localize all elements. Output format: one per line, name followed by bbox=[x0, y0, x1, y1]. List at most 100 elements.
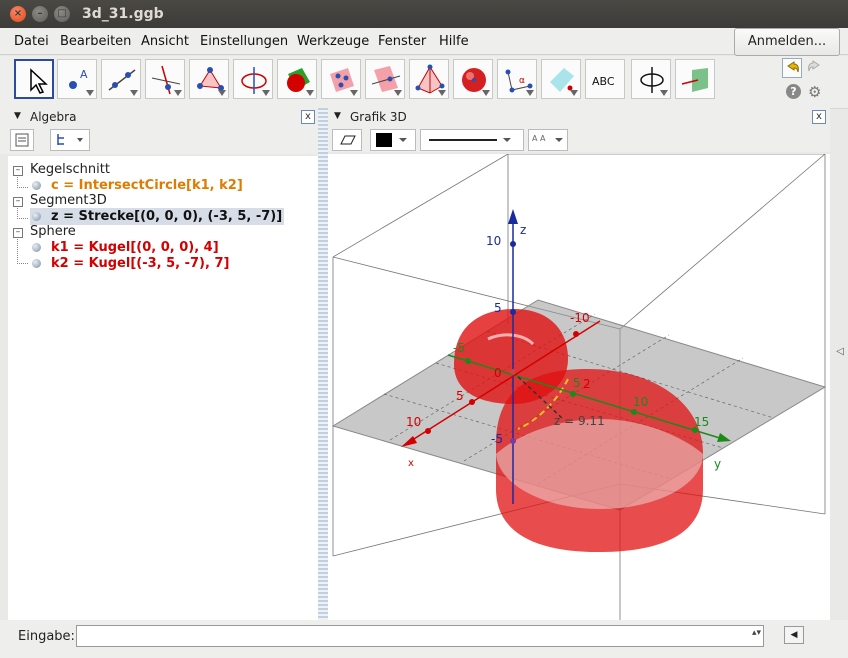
line-tool[interactable] bbox=[101, 59, 141, 99]
sphere-k1[interactable] bbox=[454, 309, 568, 404]
x-tick-neg10: -10 bbox=[570, 311, 590, 325]
x-tick-10: 10 bbox=[406, 415, 421, 429]
color-swatch bbox=[376, 133, 392, 147]
collapse-triangle-icon[interactable]: ▼ bbox=[14, 111, 21, 121]
angle-tool[interactable]: α bbox=[497, 59, 537, 99]
maximize-window-button[interactable]: □ bbox=[54, 6, 70, 22]
x-tick-5: 5 bbox=[456, 389, 464, 403]
color-dropdown[interactable] bbox=[370, 129, 416, 151]
collapse-triangle-icon[interactable]: ▼ bbox=[334, 111, 341, 121]
rotate-view-tool[interactable] bbox=[631, 59, 671, 99]
algebra-view-icon bbox=[15, 133, 29, 147]
graphics3d-view[interactable]: z 10 5 -5 -10 5 10 x -5 5 10 15 y 0 z = … bbox=[328, 154, 830, 620]
side-panel-handle-icon[interactable]: ◁ bbox=[836, 346, 844, 357]
cursor-icon bbox=[30, 68, 48, 94]
tree-connector bbox=[17, 239, 28, 264]
algebra-toolbar bbox=[0, 126, 318, 154]
line-style-icon bbox=[429, 138, 511, 142]
toolbar: A α ABC ? ⚙ bbox=[0, 56, 848, 109]
menu-bar: Datei Bearbeiten Ansicht Einstellungen W… bbox=[0, 28, 848, 55]
input-history-arrows-icon[interactable]: ▴▾ bbox=[752, 628, 761, 638]
polygon-tool[interactable] bbox=[189, 59, 229, 99]
menu-werkzeuge[interactable]: Werkzeuge bbox=[297, 34, 369, 49]
view-in-front-tool[interactable] bbox=[675, 59, 715, 99]
circle-axis-tool[interactable] bbox=[233, 59, 273, 99]
group-label[interactable]: Sphere bbox=[30, 224, 76, 239]
x-axis-label: x bbox=[408, 458, 414, 469]
z-axis-label: z bbox=[520, 223, 526, 237]
login-button[interactable]: Anmelden... bbox=[734, 28, 840, 56]
y-tick-neg5: -5 bbox=[453, 341, 465, 355]
y-tick-10: 10 bbox=[633, 395, 648, 409]
parallelogram-icon bbox=[340, 135, 356, 145]
algebra-input-toggle[interactable] bbox=[10, 129, 34, 151]
view-in-front-icon bbox=[681, 68, 708, 92]
scene-3d[interactable]: z 10 5 -5 -10 5 10 x -5 5 10 15 y 0 z = … bbox=[328, 154, 830, 620]
redo-button[interactable] bbox=[806, 58, 826, 78]
move-tool[interactable] bbox=[14, 59, 54, 99]
svg-text:A: A bbox=[80, 68, 88, 81]
collapse-icon[interactable]: – bbox=[13, 166, 23, 176]
algebra-item[interactable]: k1 = Kugel[(0, 0, 0), 4] bbox=[32, 240, 219, 255]
input-help-toggle-button[interactable]: ◀ bbox=[784, 626, 804, 644]
visibility-toggle-icon[interactable] bbox=[32, 259, 41, 268]
group-label[interactable]: Kegelschnitt bbox=[30, 162, 110, 177]
text-icon: ABC bbox=[592, 75, 615, 88]
visibility-toggle-icon[interactable] bbox=[32, 181, 41, 190]
sort-tree-icon bbox=[57, 134, 83, 145]
algebra-title: Algebra bbox=[30, 110, 77, 124]
perpendicular-tool[interactable] bbox=[145, 59, 185, 99]
intersect-surfaces-tool[interactable] bbox=[277, 59, 317, 99]
menu-hilfe[interactable]: Hilfe bbox=[439, 34, 469, 49]
sphere-tool[interactable] bbox=[453, 59, 493, 99]
line-style-dropdown[interactable] bbox=[420, 129, 524, 151]
window-title: 3d_31.ggb bbox=[82, 6, 164, 22]
menu-fenster[interactable]: Fenster bbox=[378, 34, 426, 49]
input-field[interactable]: ▴▾ bbox=[76, 625, 764, 647]
y-axis-label: y bbox=[714, 457, 721, 471]
menu-datei[interactable]: Datei bbox=[14, 34, 49, 49]
graphics3d-style-bar: A A bbox=[328, 126, 830, 152]
reflect-plane-tool[interactable] bbox=[541, 59, 581, 99]
plane-style-button[interactable] bbox=[332, 129, 362, 151]
split-pane-divider[interactable] bbox=[318, 108, 328, 620]
menu-bearbeiten[interactable]: Bearbeiten bbox=[60, 34, 131, 49]
origin-label: 0 bbox=[494, 366, 502, 380]
algebra-sort-dropdown[interactable] bbox=[50, 129, 90, 151]
graphics3d-close-button[interactable]: x bbox=[812, 110, 826, 124]
algebra-item-selected[interactable]: z = Strecke[(0, 0, 0), (-3, 5, -7)] bbox=[30, 208, 285, 225]
undo-button[interactable] bbox=[782, 58, 802, 78]
close-window-button[interactable]: × bbox=[10, 6, 26, 22]
point-label: 2 bbox=[583, 377, 591, 391]
perpendicular-plane-tool[interactable] bbox=[365, 59, 405, 99]
minimize-window-button[interactable]: – bbox=[32, 6, 48, 22]
algebra-view: – Kegelschnitt c = IntersectCircle[k1, k… bbox=[8, 156, 318, 620]
z-axis-arrow bbox=[508, 209, 518, 224]
tree-connector bbox=[17, 177, 28, 188]
group-label[interactable]: Segment3D bbox=[30, 193, 107, 208]
gear-icon[interactable]: ⚙ bbox=[808, 83, 821, 101]
graphics3d-header: ▼ Grafik 3D x bbox=[328, 108, 830, 126]
font-size-label: A A bbox=[532, 134, 546, 143]
pyramid-tool[interactable] bbox=[409, 59, 449, 99]
algebra-item[interactable]: c = IntersectCircle[k1, k2] bbox=[32, 178, 243, 193]
visibility-toggle-icon[interactable] bbox=[32, 212, 41, 221]
menu-ansicht[interactable]: Ansicht bbox=[141, 34, 189, 49]
title-bar: × – □ 3d_31.ggb bbox=[0, 0, 848, 28]
y-tick-15: 15 bbox=[694, 415, 709, 429]
svg-text:ABC: ABC bbox=[592, 75, 615, 88]
z-tick-5: 5 bbox=[494, 301, 502, 315]
help-icon[interactable]: ? bbox=[786, 84, 801, 99]
algebra-close-button[interactable]: x bbox=[301, 110, 315, 124]
label-style-dropdown[interactable]: A A bbox=[528, 129, 568, 151]
collapse-icon[interactable]: – bbox=[13, 228, 23, 238]
plane-3points-tool[interactable] bbox=[321, 59, 361, 99]
text-tool[interactable]: ABC bbox=[585, 59, 625, 99]
menu-einstellungen[interactable]: Einstellungen bbox=[200, 34, 288, 49]
visibility-toggle-icon[interactable] bbox=[32, 243, 41, 252]
graphics3d-title: Grafik 3D bbox=[350, 110, 407, 124]
point-tool[interactable]: A bbox=[57, 59, 97, 99]
algebra-header: ▼ Algebra x bbox=[0, 108, 318, 126]
collapse-icon[interactable]: – bbox=[13, 197, 23, 207]
algebra-item[interactable]: k2 = Kugel[(-3, 5, -7), 7] bbox=[32, 256, 229, 271]
